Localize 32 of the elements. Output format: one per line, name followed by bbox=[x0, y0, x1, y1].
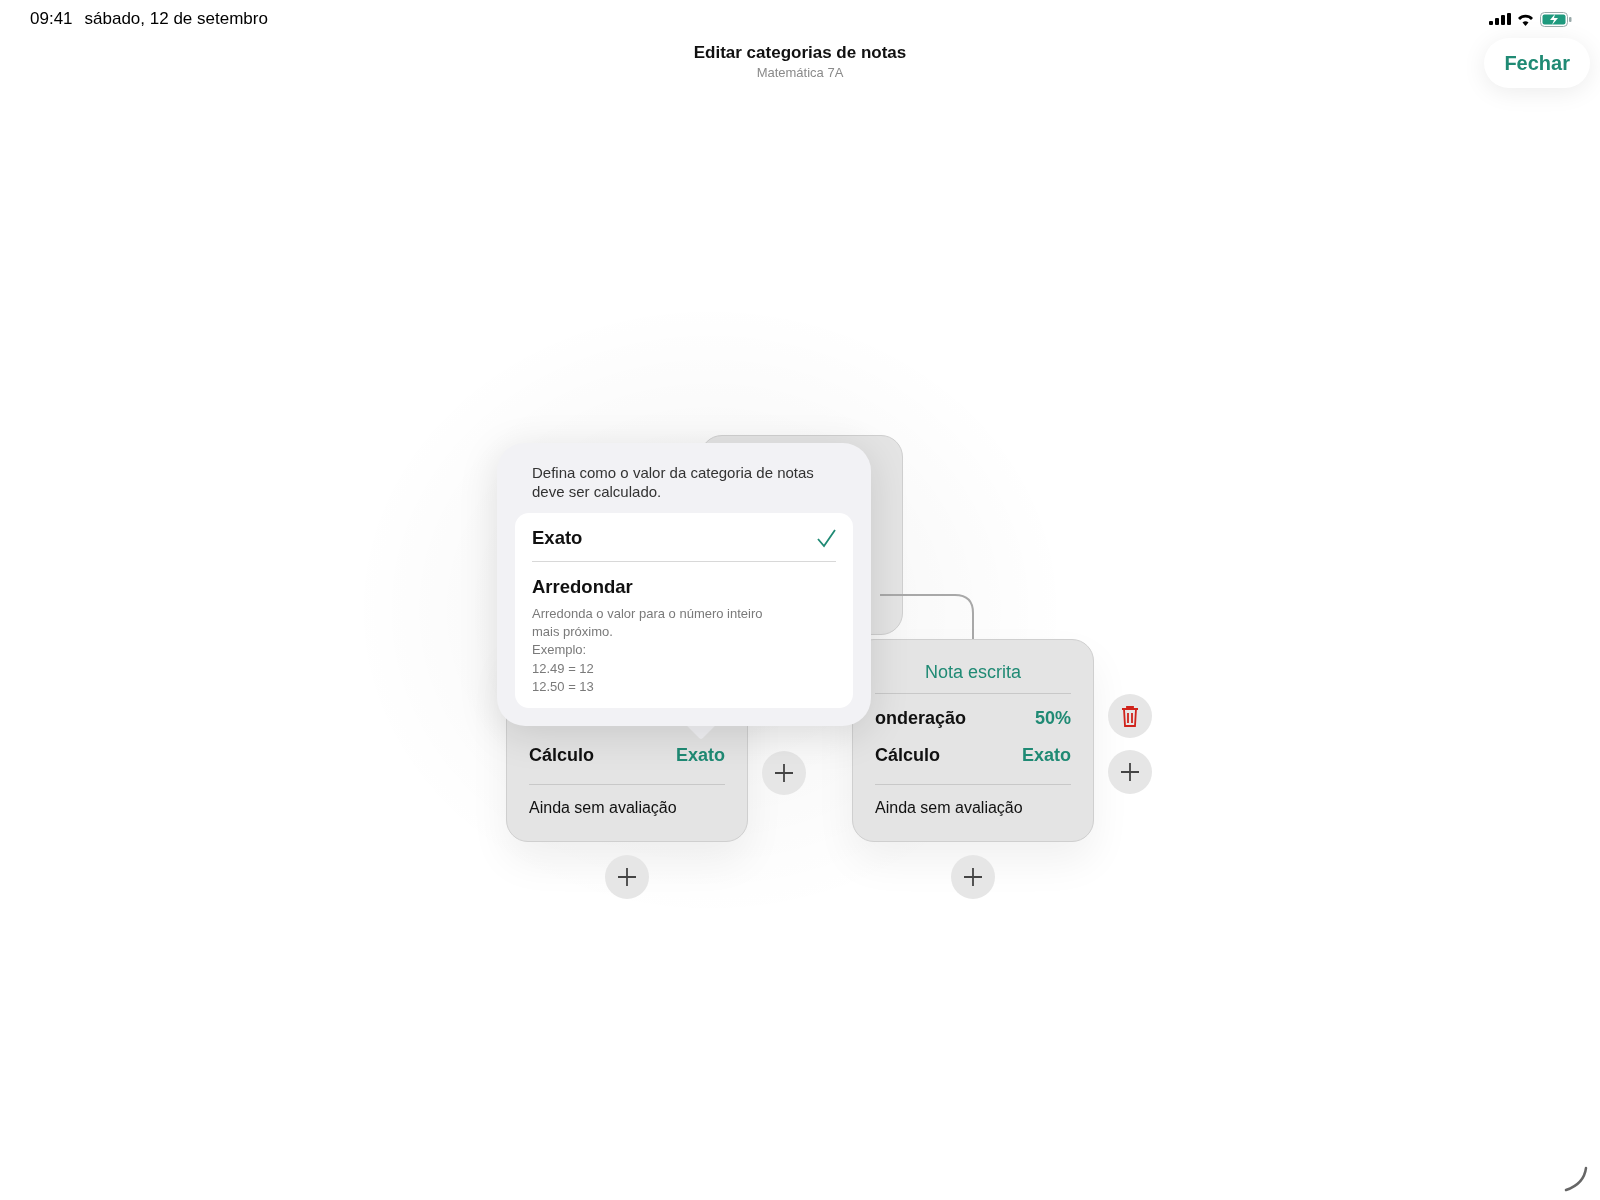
row-label: Cálculo bbox=[529, 745, 594, 766]
signal-icon bbox=[1489, 13, 1511, 25]
wifi-icon bbox=[1517, 12, 1534, 26]
plus-icon bbox=[618, 868, 636, 886]
add-button[interactable] bbox=[762, 751, 806, 795]
popover-description: Defina como o valor da categoria de notas deve ser calculado. bbox=[531, 463, 815, 502]
add-button[interactable] bbox=[951, 855, 995, 899]
plus-icon bbox=[1121, 763, 1139, 781]
grade-status: Ainda sem avaliação bbox=[529, 798, 678, 818]
add-button[interactable] bbox=[1108, 750, 1152, 794]
arc-icon bbox=[1562, 1166, 1588, 1192]
category-title: Nota escrita bbox=[875, 650, 1071, 694]
status-date: sábado, 12 de setembro bbox=[84, 9, 268, 29]
example-text: 12.50 = 13 bbox=[532, 678, 595, 696]
option-description: Arredonda o valor para o número inteiro mais próximo. bbox=[532, 605, 764, 640]
example-text: 12.49 = 12 bbox=[532, 659, 595, 677]
option-label[interactable]: Exato bbox=[532, 527, 583, 549]
row-label: onderação bbox=[875, 708, 967, 729]
example-text: Exemplo: bbox=[532, 641, 588, 659]
battery-icon bbox=[1540, 11, 1572, 27]
status-time: 09:41 bbox=[30, 9, 73, 29]
option-label[interactable]: Arredondar bbox=[532, 576, 633, 598]
row-label: Cálculo bbox=[875, 745, 940, 766]
plus-icon bbox=[964, 868, 982, 886]
plus-icon bbox=[775, 764, 793, 782]
grade-status: Ainda sem avaliação bbox=[875, 798, 1024, 818]
delete-button[interactable] bbox=[1108, 694, 1152, 738]
screen-title: Editar categorias de notas bbox=[693, 43, 907, 63]
close-button[interactable]: Fechar bbox=[1484, 38, 1590, 88]
screen-subtitle: Matemática 7A bbox=[756, 65, 844, 80]
add-button[interactable] bbox=[605, 855, 649, 899]
trash-icon bbox=[1121, 705, 1139, 727]
